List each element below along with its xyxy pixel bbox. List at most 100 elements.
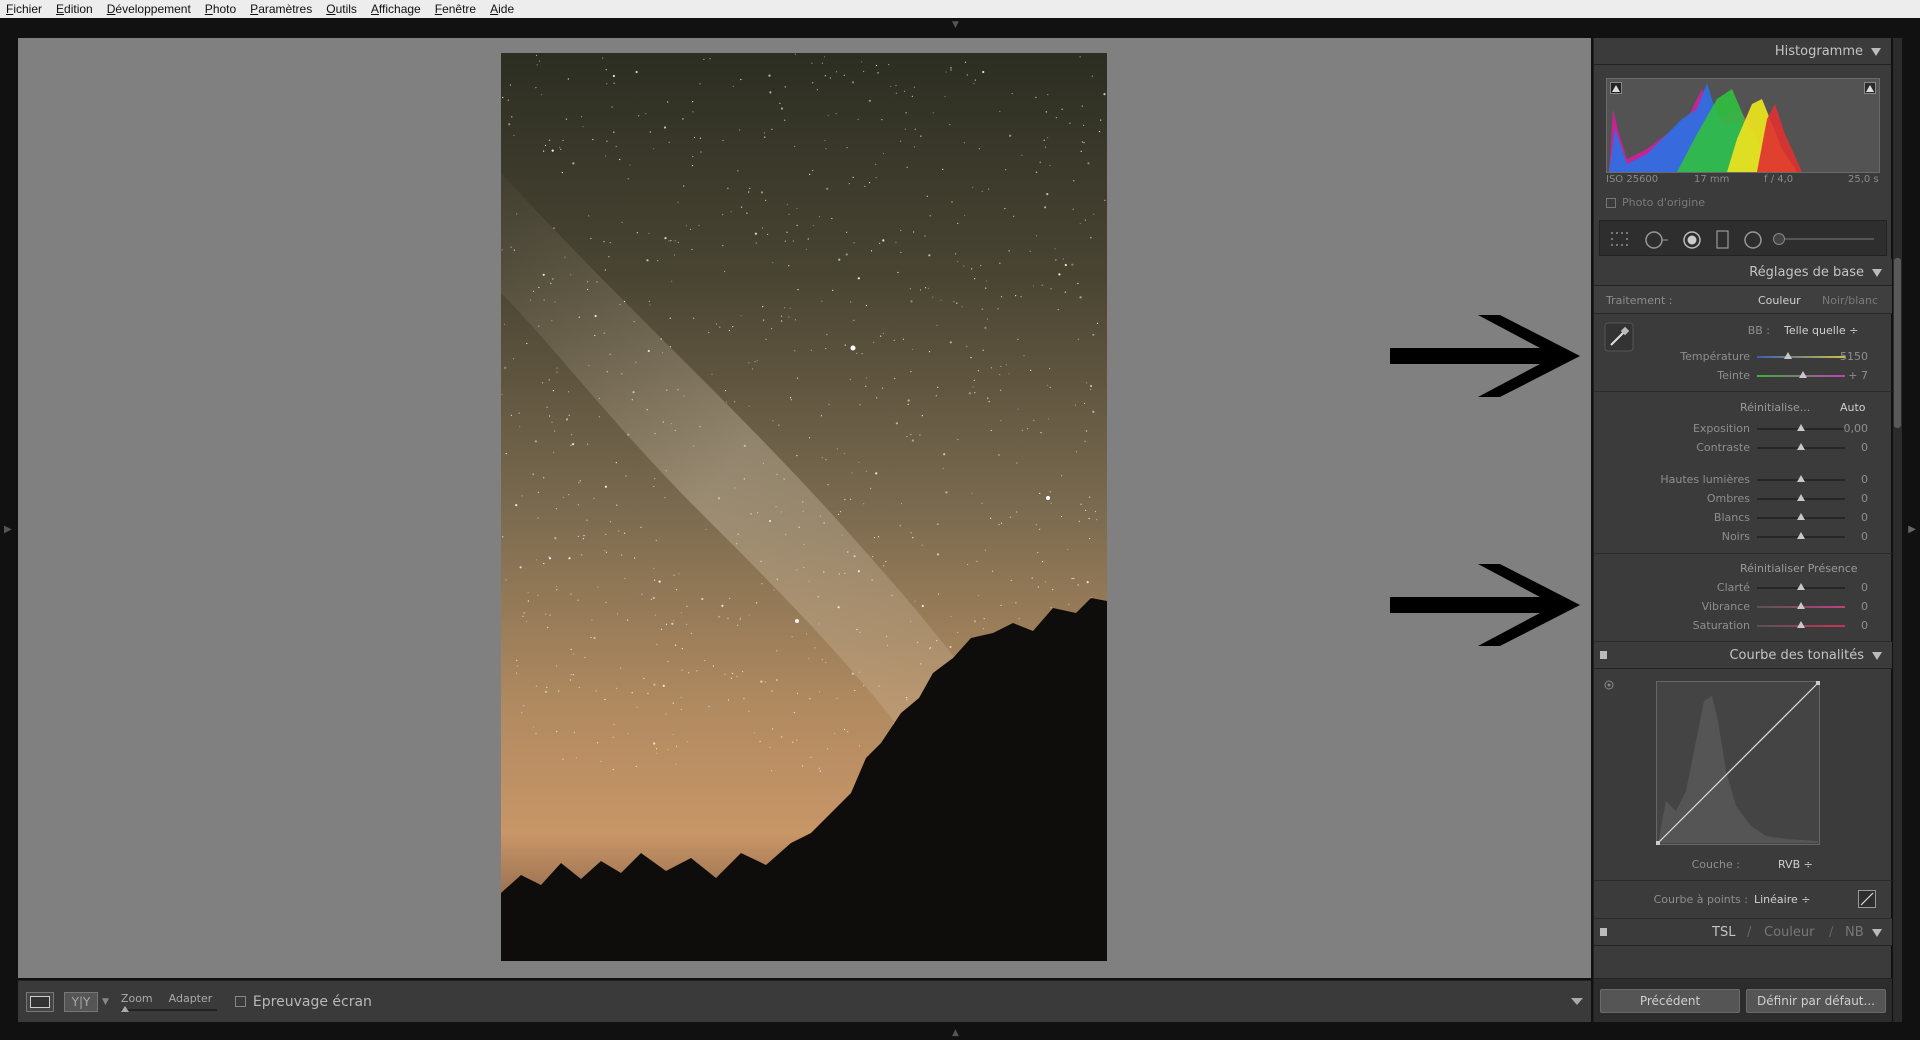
tab-nb[interactable]: NB (1845, 925, 1864, 940)
exposure-value[interactable]: 0,00 (1828, 422, 1869, 435)
channel-select[interactable]: RVB ÷ (1778, 858, 1813, 871)
zoom-slider-thumb[interactable] (120, 1006, 129, 1012)
treatment-color-option[interactable]: Couleur (1758, 294, 1801, 307)
saturation-label: Saturation (1692, 619, 1750, 632)
tab-separator: / (1747, 925, 1752, 940)
tone-curve-title: Courbe des tonalités (1729, 648, 1864, 663)
menu-aide[interactable]: Aide (490, 2, 514, 16)
shadows-value[interactable]: 0 (1828, 492, 1868, 505)
spot-removal-icon[interactable] (1644, 230, 1670, 250)
brush-slider[interactable] (1773, 233, 1874, 245)
before-after-button[interactable]: Y|Y (64, 991, 98, 1012)
tab-couleur[interactable]: Couleur (1764, 925, 1814, 940)
saturation-value[interactable]: 0 (1828, 619, 1868, 632)
blacks-value[interactable]: 0 (1828, 530, 1868, 543)
tab-tsl[interactable]: TSL (1712, 925, 1735, 940)
iso-value: ISO 25600 (1606, 174, 1659, 185)
right-panel-toggle-icon[interactable]: ▶ (1908, 524, 1916, 535)
graduated-filter-icon[interactable] (1715, 230, 1731, 250)
highlights-slider-thumb[interactable] (1797, 475, 1805, 482)
tone-curve-graph[interactable] (1656, 681, 1820, 845)
radial-filter-icon[interactable] (1743, 230, 1765, 250)
annotation-arrow-top (1390, 315, 1580, 397)
temperature-slider-thumb[interactable] (1783, 352, 1792, 359)
clarity-slider-thumb[interactable] (1797, 583, 1805, 590)
top-panel-toggle-icon[interactable]: ▼ (952, 20, 959, 30)
filmstrip-toggle-icon[interactable]: ▲ (952, 1028, 959, 1038)
original-photo-checkbox[interactable] (1606, 198, 1616, 208)
softproof-checkbox[interactable] (234, 996, 246, 1007)
temperature-value[interactable]: 5150 (1828, 350, 1868, 363)
loupe-view-button[interactable] (26, 991, 54, 1012)
zoom-label: Zoom (120, 992, 153, 1005)
photo-preview (501, 53, 1107, 961)
collapse-icon[interactable] (1872, 652, 1882, 660)
basic-header[interactable]: Réglages de base (1594, 259, 1892, 286)
menu-fichier[interactable]: Fichier (6, 2, 42, 16)
menu-edition[interactable]: Edition (56, 2, 93, 16)
red-eye-icon[interactable] (1682, 230, 1704, 250)
tone-curve-section: Couche : RVB ÷ (1594, 669, 1892, 881)
eyedropper-icon[interactable] (1604, 322, 1634, 352)
vibrance-value[interactable]: 0 (1828, 600, 1868, 613)
focal-value: 17 mm (1694, 174, 1730, 185)
shadows-label: Ombres (1706, 492, 1750, 505)
fit-label[interactable]: Adapter (169, 992, 213, 1005)
vibrance-slider-thumb[interactable] (1797, 602, 1805, 609)
histogram-header[interactable]: Histogramme (1594, 38, 1891, 65)
contrast-value[interactable]: 0 (1828, 441, 1868, 454)
menu-photo[interactable]: Photo (205, 2, 236, 16)
right-panel: Histogramme ISO 25600 17 mm f / 4,0 25,0… (1593, 38, 1892, 1022)
channel-label: Couche : (1691, 858, 1740, 871)
bottom-toolbar: Y|Y ▼ Zoom Adapter Epreuvage écran (18, 980, 1591, 1022)
shutter-value: 25,0 s (1848, 174, 1879, 185)
menu-outils[interactable]: Outils (326, 2, 357, 16)
menu-parametres[interactable]: Paramètres (250, 2, 312, 16)
contrast-label: Contraste (1696, 441, 1750, 454)
toolbar-menu-icon[interactable] (1571, 998, 1583, 1005)
contrast-slider-thumb[interactable] (1797, 443, 1805, 450)
adjustment-brush-icon[interactable] (1773, 233, 1785, 245)
saturation-slider-thumb[interactable] (1797, 621, 1805, 628)
treatment-bw-option[interactable]: Noir/blanc (1822, 294, 1878, 307)
original-photo-label: Photo d'origine (1622, 196, 1705, 209)
tint-slider-thumb[interactable] (1798, 371, 1807, 378)
tint-value[interactable]: + 7 (1828, 369, 1868, 382)
collapse-icon[interactable] (1872, 929, 1882, 937)
clarity-value[interactable]: 0 (1828, 581, 1868, 594)
whites-value[interactable]: 0 (1828, 511, 1868, 524)
set-default-button[interactable]: Définir par défaut... (1746, 989, 1886, 1013)
shadows-slider-thumb[interactable] (1797, 494, 1805, 501)
tone-curve-header[interactable]: Courbe des tonalités (1594, 642, 1892, 669)
left-panel-toggle-icon[interactable]: ▶ (4, 524, 12, 535)
collapse-icon[interactable] (1871, 48, 1881, 56)
right-panel-scrollbar[interactable] (1893, 38, 1902, 1022)
target-adjust-icon[interactable] (1603, 679, 1615, 691)
menu-developpement[interactable]: Développement (107, 2, 191, 16)
collapse-icon[interactable] (1872, 269, 1882, 277)
menu-affichage[interactable]: Affichage (371, 2, 421, 16)
scrollbar-thumb[interactable] (1894, 258, 1901, 428)
loupe-view-icon (30, 995, 50, 1008)
reset-presence-button[interactable]: Réinitialiser Présence (1740, 562, 1858, 575)
before-after-dropdown-icon[interactable]: ▼ (102, 997, 109, 1007)
panel-toggle-icon[interactable] (1600, 928, 1607, 936)
menu-fenetre[interactable]: Fenêtre (435, 2, 476, 16)
reset-tone-button[interactable]: Réinitialise... (1740, 401, 1810, 414)
blacks-slider-thumb[interactable] (1797, 532, 1805, 539)
zoom-slider[interactable] (120, 1006, 217, 1012)
highlights-value[interactable]: 0 (1828, 473, 1868, 486)
histogram-graph[interactable] (1606, 78, 1880, 173)
image-canvas[interactable] (18, 38, 1591, 978)
annotation-arrow-bottom (1390, 564, 1580, 646)
wb-select[interactable]: Telle quelle ÷ (1784, 324, 1858, 337)
auto-tone-button[interactable]: Auto (1840, 401, 1866, 414)
panel-toggle-icon[interactable] (1600, 651, 1607, 659)
edit-point-curve-icon[interactable] (1858, 890, 1876, 908)
crop-icon[interactable] (1610, 230, 1632, 248)
whites-slider-thumb[interactable] (1797, 513, 1805, 520)
previous-button[interactable]: Précédent (1600, 989, 1740, 1013)
exposure-slider-thumb[interactable] (1797, 424, 1805, 431)
hsl-header[interactable]: TSL / Couleur / NB (1594, 919, 1892, 946)
point-curve-select[interactable]: Linéaire ÷ (1754, 893, 1810, 906)
